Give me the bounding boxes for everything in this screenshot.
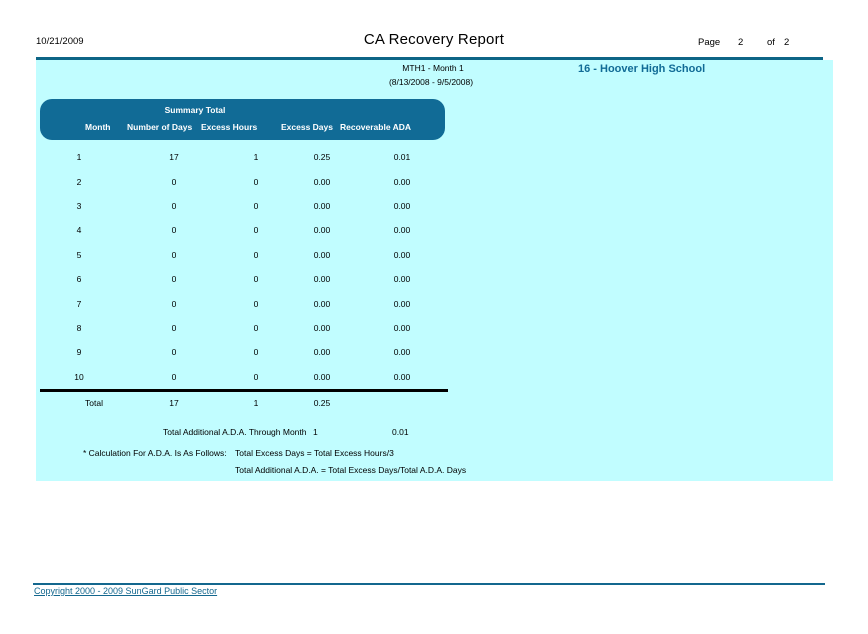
table-cell: 0.00 <box>362 225 442 235</box>
total-excess-days: 0.25 <box>282 398 362 408</box>
table-row: 10000.000.00 <box>36 365 456 389</box>
table-group-title: Summary Total <box>40 105 350 115</box>
table-cell: 0.00 <box>362 372 442 382</box>
column-header-recoverable-ada: Recoverable ADA <box>340 122 411 132</box>
school-name: 16 - Hoover High School <box>578 63 705 75</box>
table-cell: 17 <box>118 152 230 162</box>
table-cell: 0.01 <box>362 152 442 162</box>
total-label: Total <box>40 398 118 408</box>
table-cell: 6 <box>40 274 118 284</box>
table-row: 11710.250.01 <box>36 145 456 169</box>
table-row: 8000.000.00 <box>36 316 456 340</box>
column-header-month: Month <box>85 122 111 132</box>
table-cell: 0 <box>230 299 282 309</box>
table-cell: 0.00 <box>282 177 362 187</box>
column-header-excess-days: Excess Days <box>281 122 333 132</box>
table-body: 11710.250.012000.000.003000.000.004000.0… <box>36 145 456 389</box>
table-cell: 4 <box>40 225 118 235</box>
table-cell: 0.00 <box>282 201 362 211</box>
page-number: 2 <box>738 37 743 48</box>
ada-through-month-value: 1 <box>313 427 318 437</box>
table-cell: 0.00 <box>362 201 442 211</box>
table-cell: 0.00 <box>282 250 362 260</box>
table-cell: 0.25 <box>282 152 362 162</box>
table-cell: 0.00 <box>282 323 362 333</box>
column-header-number-of-days: Number of Days <box>127 122 192 132</box>
table-cell: 7 <box>40 299 118 309</box>
table-cell: 5 <box>40 250 118 260</box>
calculation-formula-1: Total Excess Days = Total Excess Hours/3 <box>235 448 394 458</box>
table-cell: 0.00 <box>362 299 442 309</box>
table-cell: 0 <box>118 372 230 382</box>
table-cell: 0 <box>118 225 230 235</box>
table-cell: 0.00 <box>282 372 362 382</box>
table-cell: 0 <box>118 347 230 357</box>
table-cell: 0.00 <box>362 177 442 187</box>
total-row: Total 17 1 0.25 <box>36 392 456 414</box>
table-row: 9000.000.00 <box>36 340 456 364</box>
period-date-range: (8/13/2008 - 9/5/2008) <box>36 77 826 87</box>
total-excess-hours: 1 <box>230 398 282 408</box>
table-cell: 0.00 <box>362 250 442 260</box>
table-cell: 0 <box>118 323 230 333</box>
table-cell: 0 <box>230 201 282 211</box>
table-cell: 2 <box>40 177 118 187</box>
table-cell: 0.00 <box>362 274 442 284</box>
column-header-excess-hours: Excess Hours <box>201 122 257 132</box>
table-cell: 0 <box>230 323 282 333</box>
table-cell: 0.00 <box>282 225 362 235</box>
table-row: 5000.000.00 <box>36 243 456 267</box>
table-cell: 0.00 <box>282 299 362 309</box>
calculation-formula-2: Total Additional A.D.A. = Total Excess D… <box>235 465 466 475</box>
table-cell: 0 <box>118 177 230 187</box>
table-cell: 0 <box>118 274 230 284</box>
table-cell: 3 <box>40 201 118 211</box>
table-cell: 0.00 <box>362 347 442 357</box>
table-cell: 0 <box>118 299 230 309</box>
table-cell: 8 <box>40 323 118 333</box>
calculation-note-label: * Calculation For A.D.A. Is As Follows: <box>83 448 227 458</box>
ada-recoverable-value: 0.01 <box>392 427 409 437</box>
page-label: Page <box>698 37 720 48</box>
table-cell: 0 <box>230 347 282 357</box>
table-cell: 0 <box>118 201 230 211</box>
table-cell: 10 <box>40 372 118 382</box>
table-row: 4000.000.00 <box>36 218 456 242</box>
table-row: 2000.000.00 <box>36 169 456 193</box>
table-cell: 0 <box>230 274 282 284</box>
table-row: 7000.000.00 <box>36 291 456 315</box>
table-cell: 1 <box>230 152 282 162</box>
table-cell: 0 <box>118 250 230 260</box>
table-cell: 0.00 <box>362 323 442 333</box>
footer-divider <box>33 583 825 585</box>
period-title: MTH1 - Month 1 <box>36 63 830 73</box>
copyright-link[interactable]: Copyright 2000 - 2009 SunGard Public Sec… <box>34 586 217 596</box>
table-cell: 1 <box>40 152 118 162</box>
ada-through-month-label: Total Additional A.D.A. Through Month <box>163 427 307 437</box>
report-body-panel: MTH1 - Month 1 (8/13/2008 - 9/5/2008) 16… <box>36 60 833 481</box>
page-of-label: of <box>767 37 775 48</box>
table-cell: 0 <box>230 177 282 187</box>
table-row: 6000.000.00 <box>36 267 456 291</box>
total-number-of-days: 17 <box>118 398 230 408</box>
table-cell: 0 <box>230 372 282 382</box>
table-cell: 0.00 <box>282 347 362 357</box>
page-total: 2 <box>784 37 789 48</box>
table-cell: 0.00 <box>282 274 362 284</box>
table-row: 3000.000.00 <box>36 194 456 218</box>
table-cell: 0 <box>230 225 282 235</box>
table-cell: 0 <box>230 250 282 260</box>
table-header: Summary Total Month Number of Days Exces… <box>40 99 445 140</box>
table-cell: 9 <box>40 347 118 357</box>
